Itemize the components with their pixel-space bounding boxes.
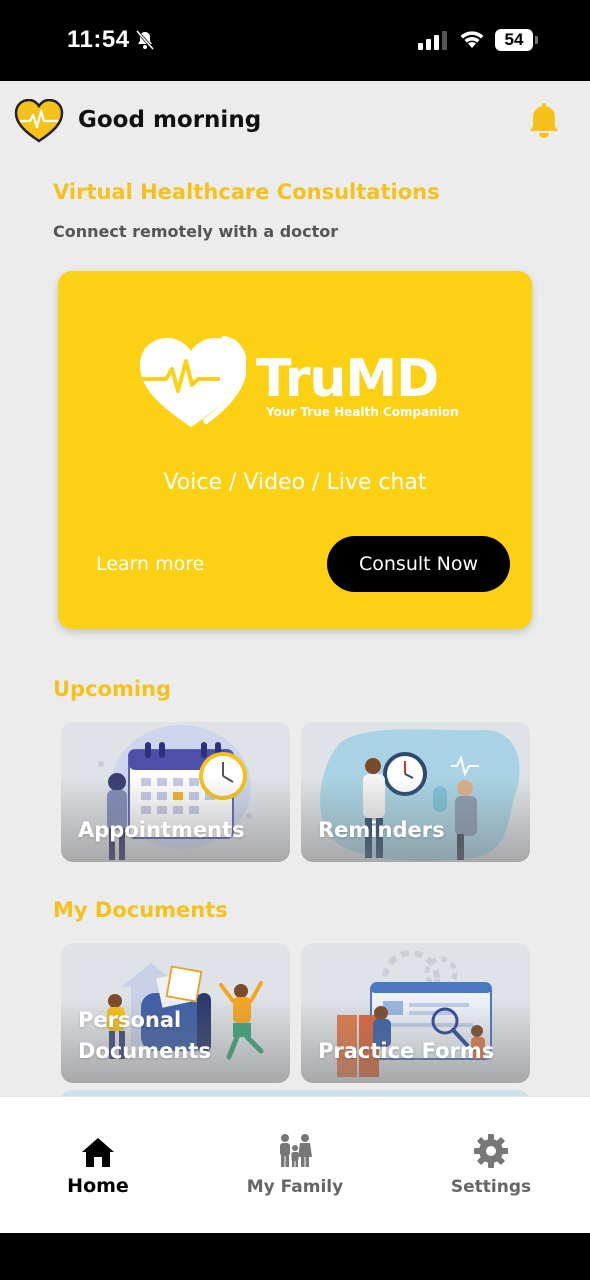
gear-icon xyxy=(474,1134,508,1168)
bottom-tab-bar: Home My Family Settings xyxy=(0,1096,590,1233)
signal-icon xyxy=(418,31,447,50)
reminders-card[interactable]: Reminders xyxy=(301,722,530,862)
trumd-hero-card: TruMD Your True Health Companion Voice /… xyxy=(58,271,532,629)
virtual-consultations-subtitle: Connect remotely with a doctor xyxy=(53,222,339,241)
practice-forms-label: Practice Forms xyxy=(318,1039,495,1063)
consult-now-button[interactable]: Consult Now xyxy=(327,536,510,592)
bottom-system-bar xyxy=(0,1233,590,1280)
personal-documents-label: Personal Documents xyxy=(78,1005,211,1067)
personal-documents-label-line1: Personal xyxy=(78,1008,182,1032)
wifi-icon xyxy=(460,31,484,48)
upcoming-title: Upcoming xyxy=(53,677,172,701)
tab-my-family[interactable]: My Family xyxy=(197,1097,393,1234)
practice-forms-card[interactable]: Practice Forms xyxy=(301,943,530,1083)
trumd-heart-logo-icon xyxy=(140,336,246,427)
tab-settings[interactable]: Settings xyxy=(393,1097,589,1234)
trumd-brand-name: TruMD xyxy=(256,349,439,409)
greeting-text: Good morning xyxy=(78,107,262,133)
trumd-tagline: Your True Health Companion xyxy=(266,405,459,419)
bell-icon[interactable] xyxy=(527,103,561,139)
virtual-consultations-title: Virtual Healthcare Consultations xyxy=(53,180,440,204)
appointments-label: Appointments xyxy=(78,818,245,842)
tab-settings-label: Settings xyxy=(450,1177,532,1197)
reminders-label: Reminders xyxy=(318,818,445,842)
learn-more-link[interactable]: Learn more xyxy=(96,553,204,575)
tab-home-label: Home xyxy=(67,1175,129,1197)
my-documents-title: My Documents xyxy=(53,898,228,922)
tab-home[interactable]: Home xyxy=(0,1097,196,1234)
family-icon xyxy=(280,1134,312,1167)
status-time: 11:54 xyxy=(67,26,130,53)
personal-documents-card[interactable]: Personal Documents xyxy=(61,943,290,1083)
mute-icon xyxy=(135,30,155,50)
tab-my-family-label: My Family xyxy=(246,1177,344,1197)
status-bar: 11:54 54 xyxy=(0,0,590,81)
home-icon xyxy=(82,1138,114,1167)
personal-documents-label-line2: Documents xyxy=(78,1039,211,1063)
appointments-card[interactable]: Appointments xyxy=(61,722,290,862)
consultation-modes-text: Voice / Video / Live chat xyxy=(163,470,427,495)
heart-pulse-logo-icon xyxy=(14,99,64,143)
battery-icon: 54 xyxy=(495,29,533,51)
battery-tip xyxy=(535,36,538,44)
